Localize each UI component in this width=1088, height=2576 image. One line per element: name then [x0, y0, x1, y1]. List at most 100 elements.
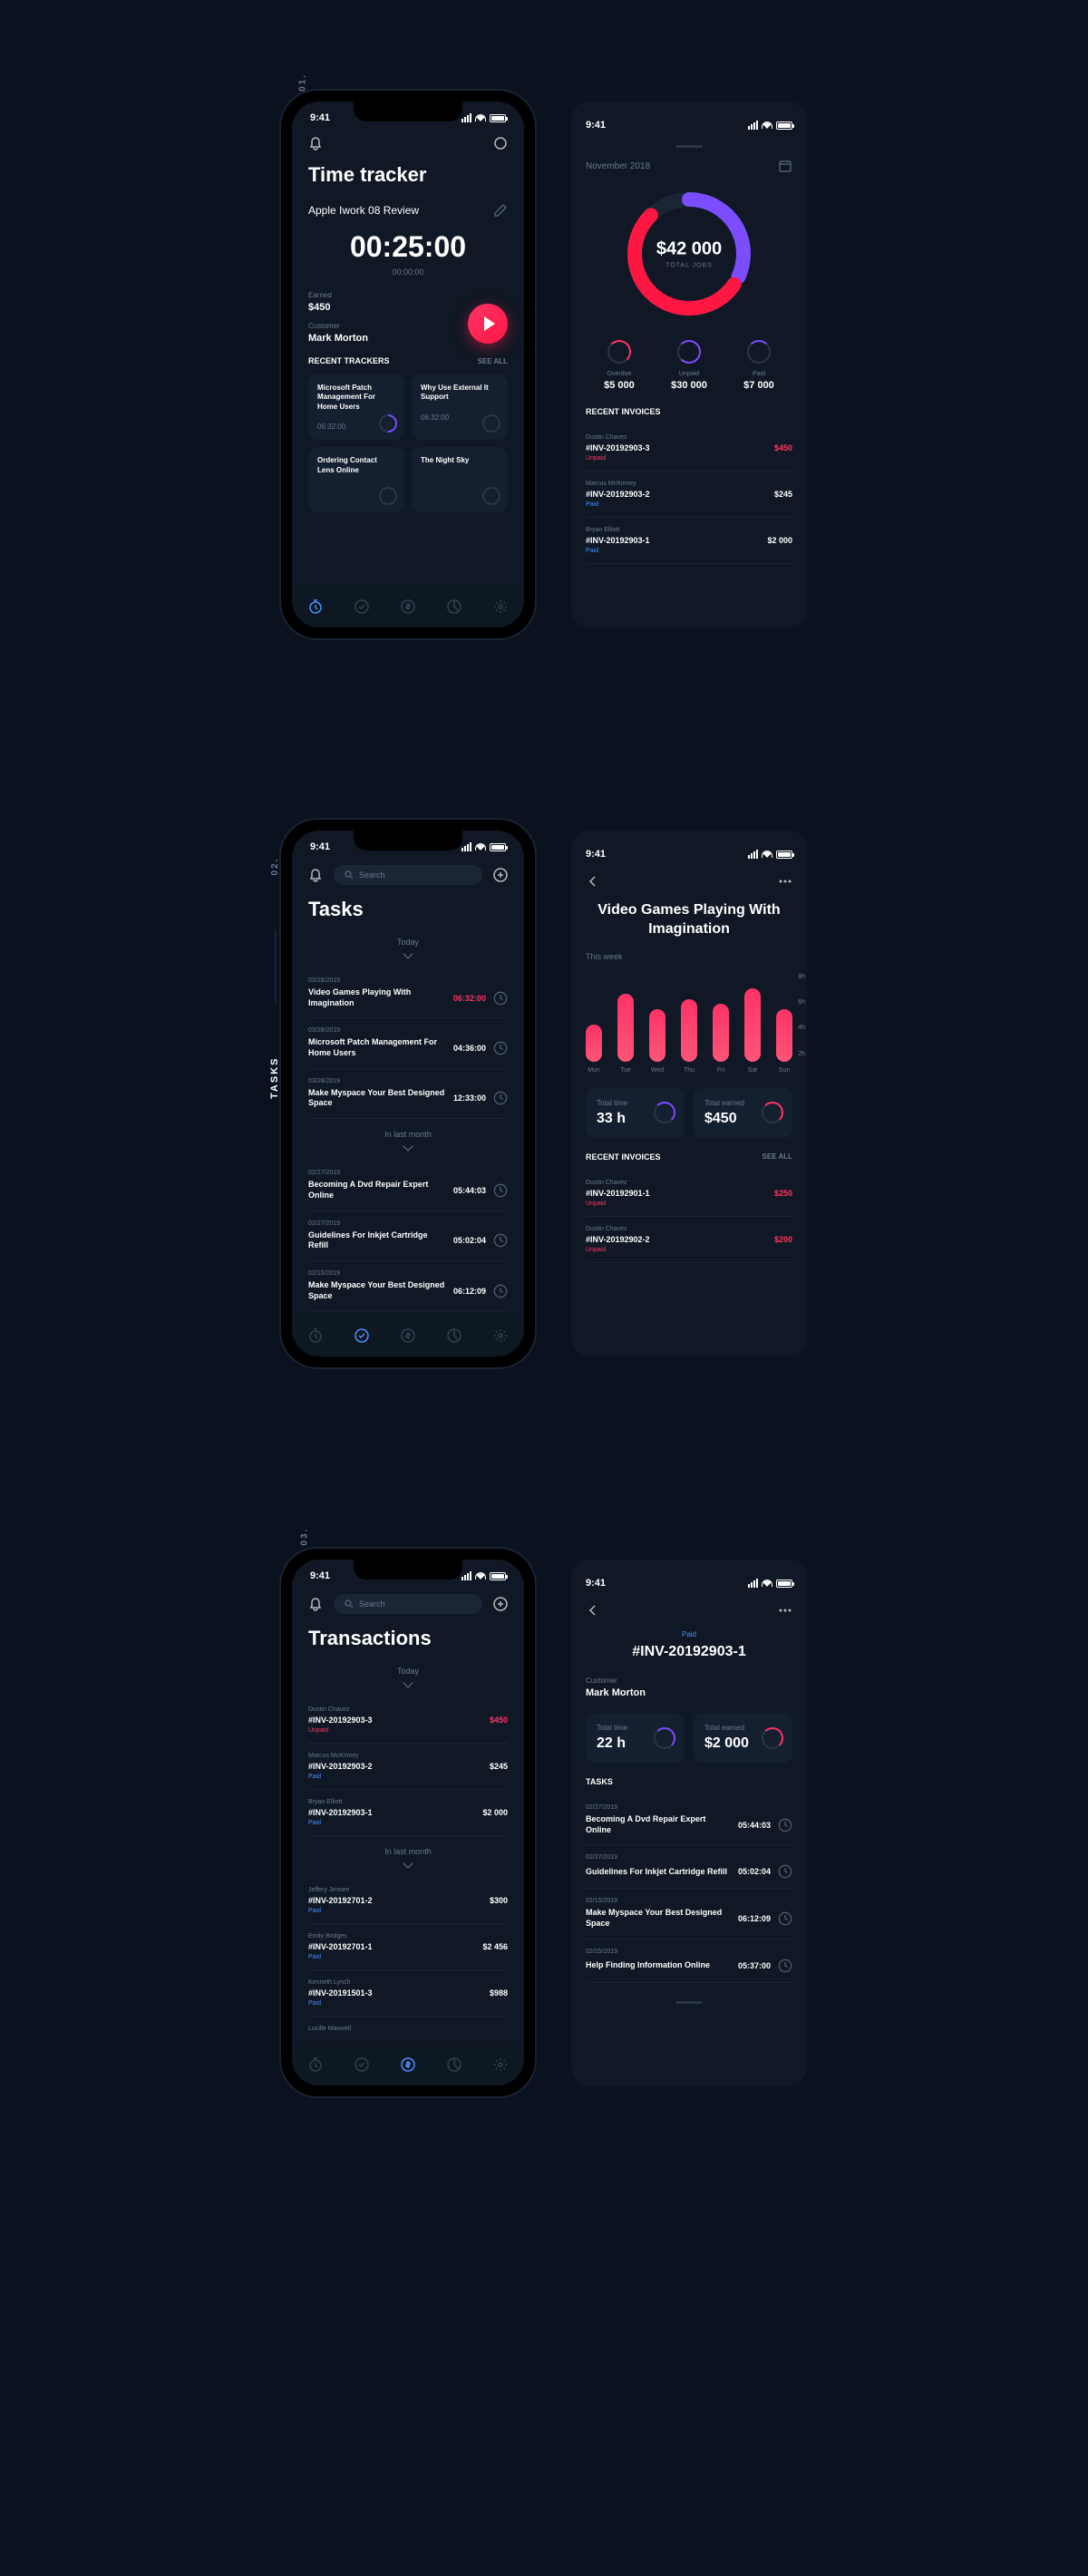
task-title: Guidelines For Inkjet Cartridge Refill — [308, 1230, 446, 1251]
search-input[interactable]: Search — [334, 1594, 482, 1614]
task-item[interactable]: 02/27/2019 Becoming A Dvd Repair Expert … — [586, 1795, 792, 1845]
ring-icon — [677, 340, 701, 364]
invoice-item[interactable]: Emily Bridges #INV-20192701-1$2 456 Paid — [308, 1924, 508, 1970]
customer-label: Customer — [308, 322, 368, 330]
total-time-card[interactable]: Total time22 h — [586, 1713, 685, 1763]
invoice-item[interactable]: Dustin Chavez #INV-20192903-3$450 Unpaid — [308, 1697, 508, 1744]
invoice-status: Paid — [308, 2000, 508, 2007]
total-earned-card[interactable]: Total earned$2 000 — [694, 1713, 792, 1763]
tab-timer-icon[interactable] — [307, 1327, 324, 1344]
timer-display: 00:25:00 — [308, 230, 508, 264]
add-icon[interactable] — [493, 1597, 508, 1611]
tracker-card[interactable]: The Night Sky — [412, 447, 508, 512]
task-item[interactable]: 03/28/2019 Make Myspace Your Best Design… — [308, 1069, 508, 1119]
invoice-item[interactable]: Dustin Chavez #INV-20192902-2$200 Unpaid — [586, 1217, 792, 1263]
task-list-today: 03/28/2019 Video Games Playing With Imag… — [308, 968, 508, 1119]
chevron-down-icon[interactable] — [403, 1858, 413, 1868]
tab-timer-icon[interactable] — [307, 598, 324, 615]
invoice-item[interactable]: Jeffery Jensen #INV-20192701-2$300 Paid — [308, 1878, 508, 1924]
stat-overdue[interactable]: Overdue$5 000 — [604, 340, 635, 391]
month-label[interactable]: November 2018 — [586, 161, 650, 171]
tracker-card[interactable]: Microsoft Patch Management For Home User… — [308, 374, 404, 440]
task-date: 03/28/2019 — [308, 977, 508, 984]
add-icon[interactable] — [493, 868, 508, 882]
invoice-item[interactable]: Dustin Chavez #INV-20192901-1$250 Unpaid — [586, 1171, 792, 1217]
invoice-customer: Lucille Maxwell — [308, 2026, 508, 2032]
tab-timer-icon[interactable] — [307, 2056, 324, 2073]
tab-stats-icon[interactable] — [446, 2056, 462, 2073]
tab-tasks-icon[interactable] — [354, 1327, 370, 1344]
task-item[interactable]: 02/15/2019 Help Finding Information Onli… — [586, 1939, 792, 1983]
tracker-card[interactable]: Why Use External It Support06:32:00 — [412, 374, 508, 440]
stat-paid[interactable]: Paid$7 000 — [743, 340, 774, 391]
stat-value: $30 000 — [671, 380, 707, 391]
task-time: 05:44:03 — [453, 1186, 486, 1195]
bell-icon[interactable] — [308, 1597, 323, 1611]
more-icon[interactable] — [778, 874, 792, 889]
section-transactions: TRANSACTIONS 03. 9:41 Search Transaction… — [281, 1549, 807, 2096]
calendar-icon[interactable] — [778, 159, 792, 173]
more-icon[interactable] — [778, 1603, 792, 1618]
earned-label: Earned — [308, 291, 368, 299]
tab-stats-icon[interactable] — [446, 1327, 462, 1344]
see-all-link[interactable]: SEE ALL — [763, 1152, 792, 1161]
tab-money-icon[interactable] — [400, 2056, 416, 2073]
invoice-item[interactable]: Bryan Elliott #INV-20192903-1$2 000 Paid — [308, 1790, 508, 1836]
drag-handle[interactable] — [675, 2001, 703, 2004]
tab-money-icon[interactable] — [400, 1327, 416, 1344]
tasks-label: TASKS — [586, 1777, 613, 1786]
task-list: 02/27/2019 Becoming A Dvd Repair Expert … — [586, 1795, 792, 1983]
play-button[interactable] — [468, 304, 508, 344]
chevron-down-icon[interactable] — [403, 948, 413, 958]
battery-icon — [490, 1572, 506, 1580]
search-input[interactable]: Search — [334, 865, 482, 885]
task-title: Becoming A Dvd Repair Expert Online — [586, 1814, 731, 1835]
tab-stats-icon[interactable] — [446, 598, 462, 615]
refresh-icon[interactable] — [493, 136, 508, 151]
tab-tasks-icon[interactable] — [354, 2056, 370, 2073]
invoice-item[interactable]: Bryan Elliott #INV-20192903-1$2 000 Paid — [586, 518, 792, 564]
tab-settings-icon[interactable] — [492, 598, 509, 615]
task-item[interactable]: 03/28/2019 Microsoft Patch Management Fo… — [308, 1018, 508, 1068]
task-item[interactable]: 02/27/2019 Guidelines For Inkjet Cartrid… — [308, 1211, 508, 1261]
invoice-item[interactable]: Lucille Maxwell — [308, 2017, 508, 2047]
tab-tasks-icon[interactable] — [354, 598, 370, 615]
tab-settings-icon[interactable] — [492, 1327, 509, 1344]
bell-icon[interactable] — [308, 136, 323, 151]
invoice-item[interactable]: Marcus McKinney #INV-20192903-2$245 Paid — [586, 471, 792, 518]
invoice-amount: $2 000 — [767, 536, 792, 545]
page-title: Tasks — [308, 898, 508, 921]
section-number: 03. — [299, 1528, 309, 1546]
invoice-id: #INV-20192903-1 — [586, 1644, 792, 1660]
bell-icon[interactable] — [308, 868, 323, 882]
edit-icon[interactable] — [493, 203, 508, 218]
invoice-item[interactable]: Marcus McKinney #INV-20192903-2$245 Paid — [308, 1744, 508, 1790]
phone-mockup: 9:41 Search Tasks Today 03/28/2019 Video… — [281, 820, 535, 1367]
task-item[interactable]: 02/15/2019 Make Myspace Your Best Design… — [308, 1261, 508, 1311]
invoice-item[interactable]: Kenneth Lynch #INV-20191501-3$988 Paid — [308, 1970, 508, 2017]
total-earned-card[interactable]: Total earned$450 — [694, 1088, 792, 1138]
tab-money-icon[interactable] — [400, 598, 416, 615]
chevron-down-icon[interactable] — [403, 1677, 413, 1687]
chevron-down-icon[interactable] — [403, 1141, 413, 1151]
invoice-status: Paid — [586, 501, 792, 508]
task-item[interactable]: 02/27/2019 Becoming A Dvd Repair Expert … — [308, 1161, 508, 1210]
stat-unpaid[interactable]: Unpaid$30 000 — [671, 340, 707, 391]
back-icon[interactable] — [586, 1603, 600, 1618]
section-title: TASKS — [269, 1057, 280, 1099]
see-all-link[interactable]: SEE ALL — [478, 357, 508, 365]
bar-column: Fri — [713, 1004, 729, 1073]
total-time-card[interactable]: Total time33 h — [586, 1088, 685, 1138]
task-item[interactable]: 02/15/2019 Make Myspace Your Best Design… — [586, 1889, 792, 1939]
back-icon[interactable] — [586, 874, 600, 889]
phone-notch — [354, 1560, 462, 1580]
task-date: 02/15/2019 — [586, 1949, 792, 1955]
tracker-card[interactable]: Ordering Contact Lens Online — [308, 447, 404, 512]
wifi-icon — [762, 1580, 772, 1587]
tab-settings-icon[interactable] — [492, 2056, 509, 2073]
invoice-amount: $2 000 — [482, 1808, 508, 1817]
task-item[interactable]: 02/27/2019 Guidelines For Inkjet Cartrid… — [586, 1845, 792, 1889]
invoice-item[interactable]: Dustin Chavez #INV-20192903-3$450 Unpaid — [586, 425, 792, 471]
drag-handle[interactable] — [675, 145, 703, 148]
task-item[interactable]: 03/28/2019 Video Games Playing With Imag… — [308, 968, 508, 1018]
